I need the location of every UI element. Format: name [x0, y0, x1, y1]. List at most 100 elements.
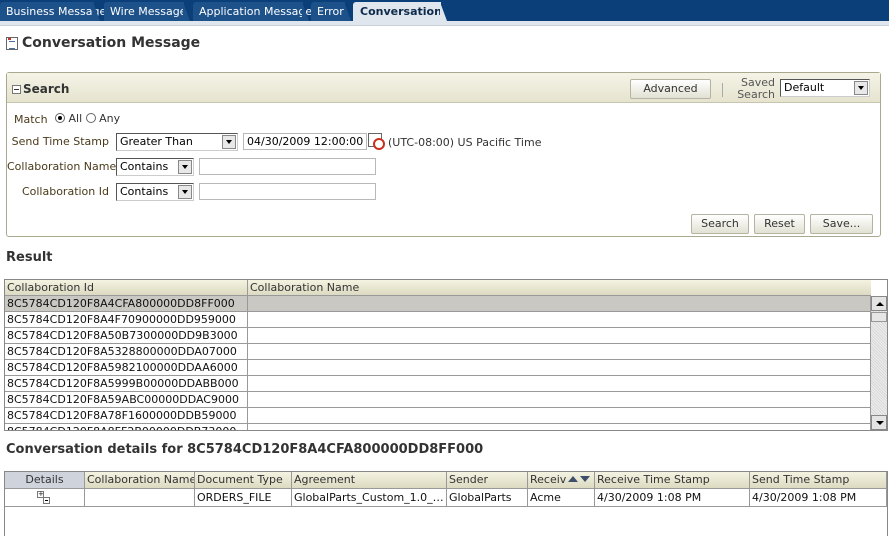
scroll-thumb[interactable] [871, 312, 887, 322]
collaboration-id-cell: 8C5784CD120F8A5999B00000DDABB000 [5, 376, 248, 391]
result-scrollbar[interactable] [870, 296, 887, 430]
column-header-collaboration-name[interactable]: Collaboration Name [85, 472, 195, 488]
scroll-up-icon[interactable] [871, 296, 887, 311]
collaboration-id-cell: 8C5784CD120F8A78F1600000DDB59000 [5, 408, 248, 423]
collaboration-name-cell [248, 296, 871, 311]
send-time-stamp-cell: 4/30/2009 1:08 PM [750, 489, 887, 506]
send-time-stamp-operator-select[interactable]: Greater Than [116, 133, 238, 151]
column-header-receiver[interactable]: Receiver [528, 472, 595, 488]
chevron-down-icon[interactable] [854, 81, 868, 95]
saved-search-label: Saved Search [735, 77, 775, 101]
collaboration-name-cell [248, 424, 871, 430]
collaboration-id-operator-select[interactable]: Contains [116, 183, 194, 201]
expand-collapse-icon[interactable]: + [37, 491, 51, 504]
search-header: Search Advanced Saved Search Default [7, 73, 880, 103]
column-header-collaboration-id[interactable]: Collaboration Id [5, 280, 248, 296]
reset-button[interactable]: Reset [754, 214, 805, 234]
collaboration-name-cell [248, 360, 871, 375]
search-button[interactable]: Search [691, 214, 749, 234]
tab-bar-underline [0, 21, 889, 26]
column-header-send-time-stamp[interactable]: Send Time Stamp [750, 472, 887, 488]
details-table: Details Collaboration Name Document Type… [4, 471, 888, 536]
chevron-down-icon[interactable] [178, 185, 192, 199]
match-all-radio[interactable] [55, 113, 65, 123]
result-table-row[interactable]: 8C5784CD120F8A8FF2B00000DDB73000 [5, 424, 871, 430]
calendar-clock-icon[interactable] [368, 133, 385, 150]
page-title-text: Conversation Message [22, 35, 201, 51]
collaboration-id-cell: 8C5784CD120F8A4CFA800000DD8FF000 [5, 296, 248, 311]
result-table-row[interactable]: 8C5784CD120F8A4F70900000DD959000 [5, 312, 871, 328]
collapse-minus-icon[interactable] [43, 497, 50, 504]
details-table-row[interactable]: + ORDERS_FILE GlobalParts_Custom_1.0_OR.… [5, 489, 887, 507]
send-time-stamp-label: Send Time Stamp [11, 135, 109, 148]
saved-search-label-line2: Search [737, 88, 775, 101]
receiver-cell: Acme [528, 489, 595, 506]
sort-ascending-icon[interactable] [568, 476, 578, 482]
column-header-receive-time-stamp[interactable]: Receive Time Stamp [595, 472, 750, 488]
result-table-row[interactable]: 8C5784CD120F8A4CFA800000DD8FF000 [5, 296, 871, 312]
collaboration-name-cell [248, 392, 871, 407]
tab-business-message[interactable]: Business Message [0, 2, 106, 21]
collapse-icon[interactable] [12, 84, 21, 94]
collaboration-name-cell [248, 376, 871, 391]
column-header-document-type[interactable]: Document Type [195, 472, 292, 488]
search-title-text: Search [23, 82, 70, 96]
result-table-row[interactable]: 8C5784CD120F8A50B7300000DD9B3000 [5, 328, 871, 344]
collaboration-name-cell [248, 408, 871, 423]
search-toggle[interactable]: Search [12, 82, 69, 96]
details-table-header: Details Collaboration Name Document Type… [5, 472, 887, 489]
agreement-cell: GlobalParts_Custom_1.0_OR... [294, 489, 447, 506]
column-header-collaboration-name[interactable]: Collaboration Name [248, 280, 871, 296]
match-label: Match [14, 113, 48, 126]
save-button[interactable]: Save... [810, 214, 873, 234]
advanced-button[interactable]: Advanced [630, 79, 711, 99]
saved-search-value: Default [784, 81, 825, 94]
result-table-row[interactable]: 8C5784CD120F8A5328800000DDA07000 [5, 344, 871, 360]
collaboration-id-cell: 8C5784CD120F8A5328800000DDA07000 [5, 344, 248, 359]
collaboration-id-input[interactable] [199, 183, 376, 200]
result-table-row[interactable]: 8C5784CD120F8A5982100000DDAA6000 [5, 360, 871, 376]
page-title: Conversation Message [6, 35, 200, 51]
collaboration-name-input[interactable] [199, 158, 376, 175]
sort-descending-icon[interactable] [580, 476, 590, 482]
tab-conversation[interactable]: Conversation [353, 2, 447, 21]
chevron-down-icon[interactable] [222, 135, 236, 149]
result-table: Collaboration Id Collaboration Name 8C57… [4, 279, 888, 431]
result-table-row[interactable]: 8C5784CD120F8A59ABC00000DDAC9000 [5, 392, 871, 408]
collaboration-name-cell [248, 328, 871, 343]
timezone-label: (UTC-08:00) US Pacific Time [388, 136, 542, 149]
match-any-label: Any [99, 112, 121, 125]
tab-bar: Business Message Wire Message Applicatio… [0, 0, 889, 21]
collaboration-name-operator-select[interactable]: Contains [116, 158, 194, 176]
chevron-down-icon[interactable] [178, 160, 192, 174]
result-table-row[interactable]: 8C5784CD120F8A5999B00000DDABB000 [5, 376, 871, 392]
tab-wire-message[interactable]: Wire Message [104, 2, 190, 21]
document-type-cell: ORDERS_FILE [195, 489, 292, 506]
send-time-stamp-input[interactable]: 04/30/2009 12:00:00 AM [243, 133, 367, 150]
header-separator [722, 83, 723, 97]
receiver-header-text: Receiver [530, 473, 566, 486]
column-header-sender[interactable]: Sender [447, 472, 528, 488]
scroll-down-icon[interactable] [871, 415, 887, 430]
collaboration-name-operator-value: Contains [120, 160, 169, 173]
sort-icon[interactable] [568, 476, 592, 484]
collaboration-id-operator-value: Contains [120, 185, 169, 198]
result-table-header: Collaboration Id Collaboration Name [5, 280, 871, 296]
match-any-radio[interactable] [85, 113, 96, 123]
collaboration-id-cell: 8C5784CD120F8A8FF2B00000DDB73000 [5, 424, 248, 430]
column-header-agreement[interactable]: Agreement [292, 472, 447, 488]
match-all-label: All [68, 112, 83, 125]
document-list-icon [6, 36, 18, 50]
column-header-details[interactable]: Details [5, 472, 85, 488]
saved-search-select[interactable]: Default [780, 79, 870, 97]
collaboration-id-cell: 8C5784CD120F8A4F70900000DD959000 [5, 312, 248, 327]
collaboration-name-cell [85, 489, 195, 506]
tab-application-message[interactable]: Application Message [193, 2, 312, 21]
send-time-stamp-operator-value: Greater Than [120, 135, 193, 148]
match-radio-group: All Any [55, 112, 120, 125]
collaboration-name-cell [248, 312, 871, 327]
result-title: Result [6, 250, 53, 265]
result-table-row[interactable]: 8C5784CD120F8A78F1600000DDB59000 [5, 408, 871, 424]
collaboration-id-cell: 8C5784CD120F8A5982100000DDAA6000 [5, 360, 248, 375]
tab-error[interactable]: Error [311, 2, 351, 21]
